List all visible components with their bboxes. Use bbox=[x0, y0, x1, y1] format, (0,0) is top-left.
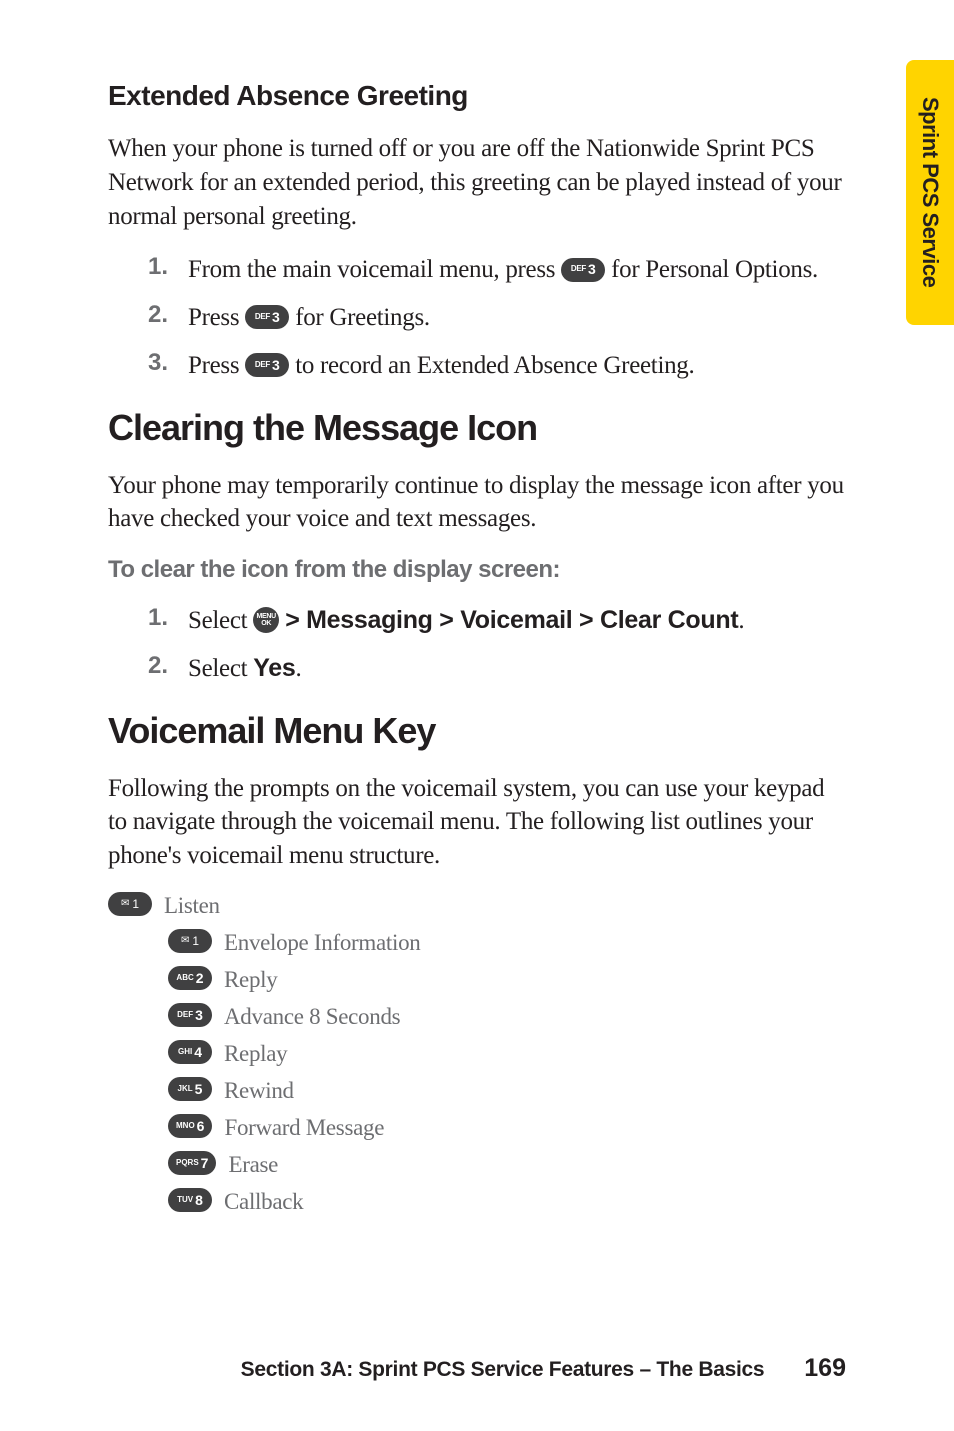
step-number: 2. bbox=[148, 652, 188, 680]
key-pqrs-7: PQRS7 bbox=[168, 1151, 216, 1175]
menu-label: Erase bbox=[228, 1152, 278, 1178]
menu-label: Forward Message bbox=[224, 1115, 384, 1141]
menu-label: Callback bbox=[224, 1189, 303, 1215]
subhead-clearing: To clear the icon from the display scree… bbox=[108, 556, 846, 584]
key-def-3: DEF3 bbox=[245, 305, 289, 329]
step-number: 3. bbox=[148, 349, 188, 377]
extended-step-1: 1. From the main voicemail menu, press D… bbox=[108, 253, 846, 287]
side-tab-label: Sprint PCS Service bbox=[917, 97, 943, 287]
key-ghi-4: GHI4 bbox=[168, 1040, 212, 1064]
menu-item: JKL5 Rewind bbox=[108, 1078, 846, 1104]
heading-clearing: Clearing the Message Icon bbox=[108, 407, 846, 449]
key-abc-2: ABC2 bbox=[168, 966, 212, 990]
step-text: From the main voicemail menu, press DEF3… bbox=[188, 253, 846, 287]
key-mno-6: MNO6 bbox=[168, 1114, 212, 1138]
key-env-1: ✉1 bbox=[108, 892, 152, 916]
menu-label: Envelope Information bbox=[224, 930, 420, 956]
key-def-3: DEF3 bbox=[168, 1003, 212, 1027]
step-number: 2. bbox=[148, 301, 188, 329]
page-content: Extended Absence Greeting When your phon… bbox=[0, 0, 954, 1215]
menu-item: DEF3 Advance 8 Seconds bbox=[108, 1004, 846, 1030]
envelope-icon: ✉ bbox=[181, 935, 189, 946]
menu-ok-icon: MENUOK bbox=[253, 607, 279, 633]
key-jkl-5: JKL5 bbox=[168, 1077, 212, 1101]
menu-item: TUV8 Callback bbox=[108, 1189, 846, 1215]
heading-extended: Extended Absence Greeting bbox=[108, 80, 846, 112]
clearing-step-2: 2. Select Yes. bbox=[108, 652, 846, 686]
heading-menukey: Voicemail Menu Key bbox=[108, 710, 846, 752]
menu-label: Advance 8 Seconds bbox=[224, 1004, 400, 1030]
menu-label: Listen bbox=[164, 893, 220, 919]
menu-item: GHI4 Replay bbox=[108, 1041, 846, 1067]
menu-item: MNO6 Forward Message bbox=[108, 1115, 846, 1141]
side-tab: Sprint PCS Service bbox=[906, 60, 954, 325]
step-text: Select MENUOK > Messaging > Voicemail > … bbox=[188, 604, 846, 638]
para-clearing-intro: Your phone may temporarily continue to d… bbox=[108, 469, 846, 537]
menu-label: Reply bbox=[224, 967, 277, 993]
menu-item: ABC2 Reply bbox=[108, 967, 846, 993]
page-number: 169 bbox=[804, 1354, 846, 1383]
extended-step-3: 3. Press DEF3 to record an Extended Abse… bbox=[108, 349, 846, 383]
envelope-icon: ✉ bbox=[121, 898, 129, 909]
menu-top-listen: ✉1 Listen bbox=[108, 893, 846, 919]
menu-list: ✉1 Listen ✉1 Envelope Information ABC2 R… bbox=[108, 893, 846, 1215]
key-def-3: DEF3 bbox=[245, 353, 289, 377]
step-text: Select Yes. bbox=[188, 652, 846, 686]
menu-item: PQRS7 Erase bbox=[108, 1152, 846, 1178]
key-tuv-8: TUV8 bbox=[168, 1188, 212, 1212]
step-number: 1. bbox=[148, 253, 188, 281]
key-def-3: DEF3 bbox=[561, 258, 605, 282]
menu-item: ✉1 Envelope Information bbox=[108, 930, 846, 956]
footer-section-title: Section 3A: Sprint PCS Service Features … bbox=[241, 1358, 765, 1382]
step-text: Press DEF3 to record an Extended Absence… bbox=[188, 349, 846, 383]
step-number: 1. bbox=[148, 604, 188, 632]
para-extended-intro: When your phone is turned off or you are… bbox=[108, 132, 846, 233]
step-text: Press DEF3 for Greetings. bbox=[188, 301, 846, 335]
para-menukey-intro: Following the prompts on the voicemail s… bbox=[108, 772, 846, 873]
menu-label: Rewind bbox=[224, 1078, 294, 1104]
extended-step-2: 2. Press DEF3 for Greetings. bbox=[108, 301, 846, 335]
page-footer: Section 3A: Sprint PCS Service Features … bbox=[0, 1354, 954, 1383]
menu-label: Replay bbox=[224, 1041, 287, 1067]
key-env-1: ✉1 bbox=[168, 929, 212, 953]
clearing-step-1: 1. Select MENUOK > Messaging > Voicemail… bbox=[108, 604, 846, 638]
